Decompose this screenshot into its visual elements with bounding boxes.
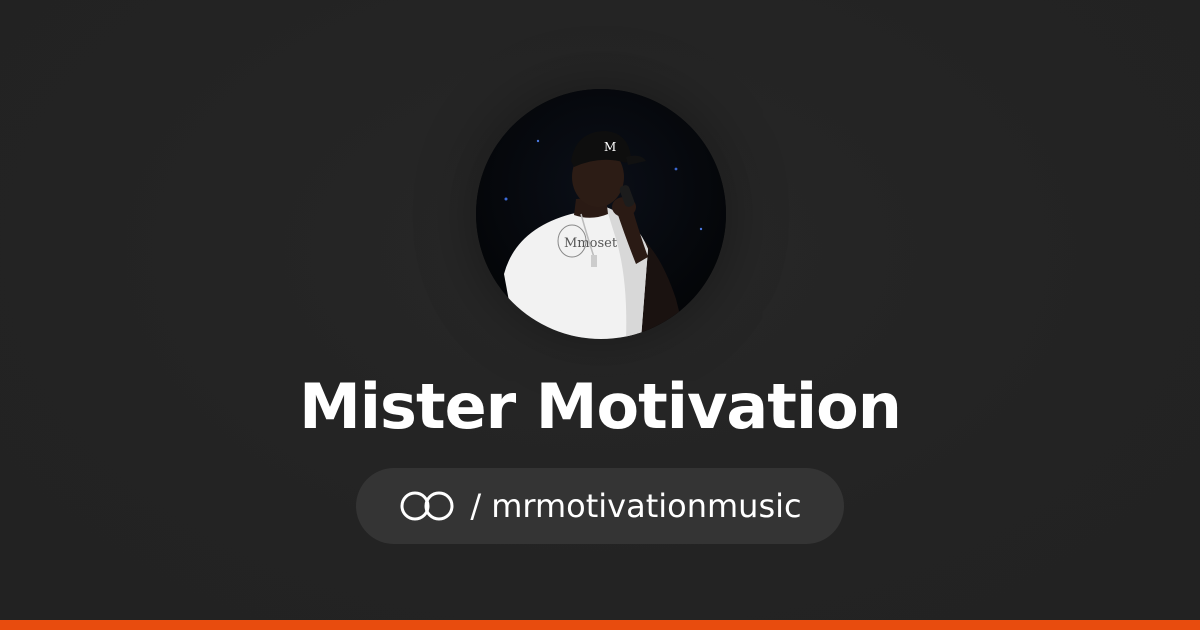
- share-card: M Mmoset Mister Motivation / mrmotivatio…: [0, 0, 1200, 630]
- interlocked-rings-icon: [400, 491, 454, 521]
- svg-text:M: M: [604, 140, 616, 154]
- profile-name: Mister Motivation: [299, 370, 902, 443]
- accent-bar: [0, 620, 1200, 630]
- avatar-photo: M Mmoset: [476, 89, 726, 339]
- avatar: M Mmoset: [476, 89, 726, 339]
- handle-separator: /: [470, 487, 482, 525]
- profile-handle-link[interactable]: / mrmotivationmusic: [356, 468, 844, 544]
- handle-text: mrmotivationmusic: [491, 487, 802, 525]
